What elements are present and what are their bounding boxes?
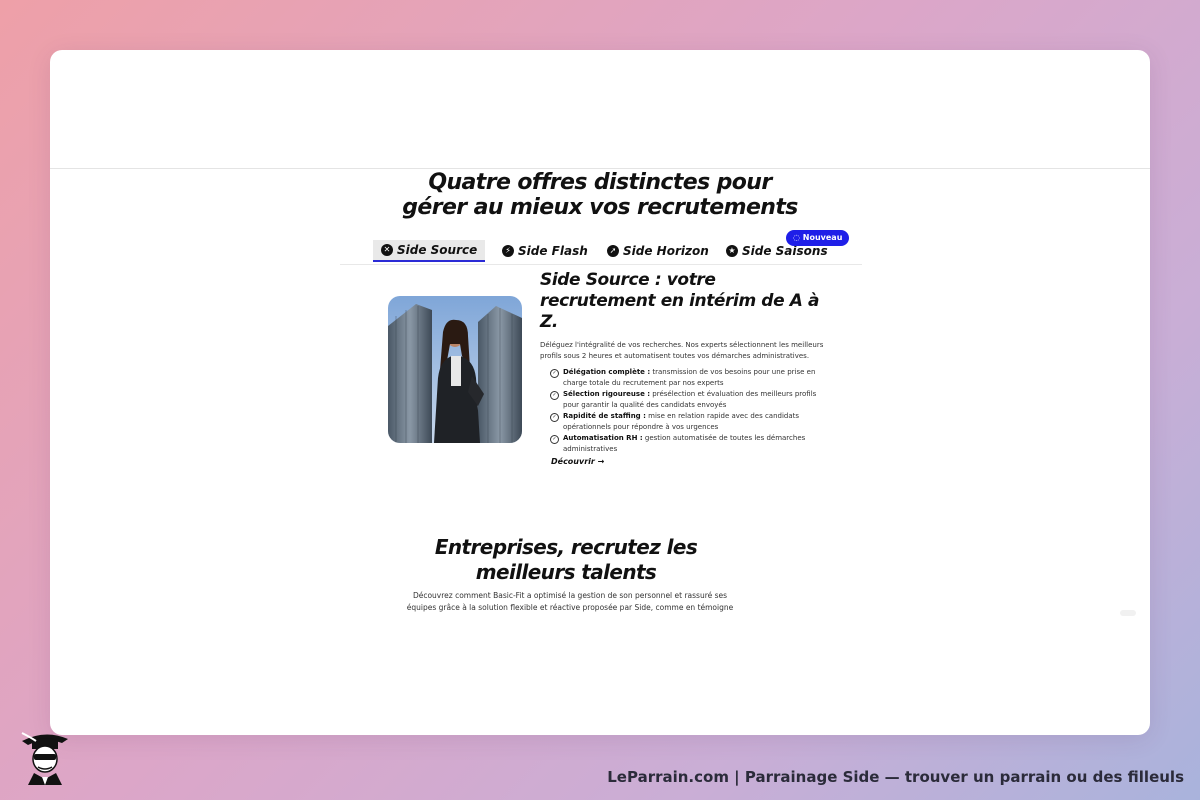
source-icon: ✕ — [381, 244, 393, 256]
offer-tabs: ✕ Side Source ⚡ Side Flash ➚ Side Horizo… — [340, 238, 862, 265]
check-circle-icon: ✓ — [550, 369, 559, 378]
offers-title-line2: gérer au mieux vos recrutements — [402, 195, 798, 220]
badge-icon: ◌ — [793, 233, 800, 242]
feature-title: Rapidité de staffing : — [563, 412, 646, 420]
browser-card: Quatre offres distinctes pour gérer au m… — [50, 50, 1150, 735]
feature-title: Automatisation RH : — [563, 434, 643, 442]
companies-title: Entreprises, recrutez les meilleurs tale… — [416, 535, 716, 585]
leparrain-logo — [21, 732, 68, 785]
offer-title: Side Source : votre recrutement en intér… — [540, 270, 820, 332]
offers-title: Quatre offres distinctes pour gérer au m… — [50, 170, 1150, 220]
feature-item: ✓ Délégation complète : transmission de … — [550, 367, 820, 388]
tab-side-horizon[interactable]: ➚ Side Horizon — [599, 240, 717, 262]
feature-text: Sélection rigoureuse : présélection et é… — [563, 389, 820, 410]
check-circle-icon: ✓ — [550, 413, 559, 422]
feature-list: ✓ Délégation complète : transmission de … — [550, 367, 820, 455]
tab-label: Side Flash — [518, 244, 588, 258]
tab-label: Side Source — [397, 243, 478, 257]
footer-caption: LeParrain.com | Parrainage Side — trouve… — [607, 768, 1184, 786]
check-circle-icon: ✓ — [550, 435, 559, 444]
feature-item: ✓ Sélection rigoureuse : présélection et… — [550, 389, 820, 410]
discover-link[interactable]: Découvrir → — [551, 457, 604, 466]
companies-title-line2: meilleurs talents — [475, 560, 657, 584]
lightning-icon: ⚡ — [502, 245, 514, 257]
feature-text: Automatisation RH : gestion automatisée … — [563, 433, 820, 454]
feature-item: ✓ Rapidité de staffing : mise en relatio… — [550, 411, 820, 432]
feature-text: Délégation complète : transmission de vo… — [563, 367, 820, 388]
offer-description: Déléguez l'intégralité de vos recherches… — [540, 341, 824, 360]
tab-label: Side Horizon — [623, 244, 709, 258]
offer-photo — [388, 296, 522, 443]
star-icon: ★ — [726, 245, 738, 257]
tab-label: Side Saisons — [742, 244, 828, 258]
scroll-indicator — [1120, 610, 1136, 616]
tab-side-source[interactable]: ✕ Side Source — [373, 240, 486, 262]
feature-text: Rapidité de staffing : mise en relation … — [563, 411, 820, 432]
tab-side-flash[interactable]: ⚡ Side Flash — [494, 240, 596, 262]
badge-label: Nouveau — [802, 233, 843, 242]
feature-item: ✓ Automatisation RH : gestion automatisé… — [550, 433, 820, 454]
companies-text-container: Découvrez comment Basic-Fit a optimisé l… — [400, 590, 740, 618]
feature-title: Délégation complète : — [563, 368, 651, 376]
new-badge: ◌ Nouveau — [786, 230, 850, 246]
site-header — [50, 50, 1150, 169]
feature-title: Sélection rigoureuse : — [563, 390, 651, 398]
companies-text: Découvrez comment Basic-Fit a optimisé l… — [406, 591, 734, 612]
check-circle-icon: ✓ — [550, 391, 559, 400]
offers-title-line1: Quatre offres distinctes pour — [428, 170, 772, 195]
compass-icon: ➚ — [607, 245, 619, 257]
companies-title-line1: Entreprises, recrutez les — [434, 535, 698, 559]
woman-in-city-photo — [388, 296, 522, 443]
